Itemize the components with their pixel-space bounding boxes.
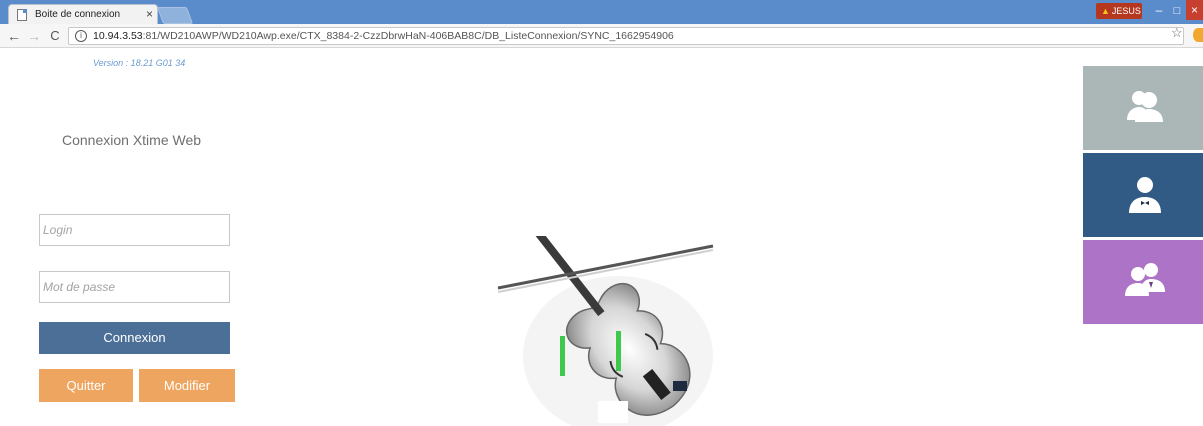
browser-tab[interactable]: Boite de connexion × xyxy=(8,4,158,25)
users-icon xyxy=(1127,91,1163,122)
login-input[interactable] xyxy=(39,214,230,246)
version-label: Version : 18.21 G01 34 xyxy=(93,58,186,68)
extension-icon[interactable] xyxy=(1193,28,1203,42)
login-page: Version : 18.21 G01 34 Connexion Xtime W… xyxy=(0,48,1203,426)
password-input[interactable] xyxy=(39,271,230,303)
url-path: :81/WD210AWP/WD210Awp.exe/CTX_8384-2-Czz… xyxy=(142,30,674,42)
connect-button[interactable]: Connexion xyxy=(39,322,230,354)
maximize-button[interactable]: □ xyxy=(1168,2,1186,20)
url-host: 10.94.3.53 xyxy=(93,30,143,42)
tab-title: Boite de connexion xyxy=(35,9,121,20)
bookmark-star-icon[interactable]: ☆ xyxy=(1171,25,1183,41)
waiter-icon xyxy=(1129,177,1161,213)
modify-button[interactable]: Modifier xyxy=(139,369,235,402)
tile-users[interactable] xyxy=(1083,66,1203,150)
new-tab-button[interactable] xyxy=(156,7,194,24)
user-group-icon xyxy=(1125,263,1165,296)
minimize-button[interactable]: – xyxy=(1150,2,1168,20)
info-icon[interactable]: i xyxy=(75,30,87,42)
violin-illustration xyxy=(497,226,714,426)
url-text: 10.94.3.53:81/WD210AWP/WD210Awp.exe/CTX_… xyxy=(93,30,674,42)
back-button[interactable]: ← xyxy=(6,27,22,45)
tile-waiter[interactable] xyxy=(1083,153,1203,237)
page-icon xyxy=(17,9,27,21)
forward-button[interactable]: → xyxy=(26,27,42,45)
address-bar[interactable]: i 10.94.3.53:81/WD210AWP/WD210Awp.exe/CT… xyxy=(68,27,1184,45)
profile-name: JESUS xyxy=(1111,6,1141,16)
tile-user-group[interactable] xyxy=(1083,240,1203,324)
browser-toolbar: ← → C i 10.94.3.53:81/WD210AWP/WD210Awp.… xyxy=(0,24,1203,48)
profile-badge[interactable]: ▲ JESUS xyxy=(1096,3,1142,19)
page-title: Connexion Xtime Web xyxy=(62,132,202,148)
browser-titlebar: Boite de connexion × ▲ JESUS – □ × xyxy=(0,0,1203,25)
tab-close-button[interactable]: × xyxy=(146,7,153,21)
warning-icon: ▲ xyxy=(1101,6,1110,16)
reload-button[interactable]: C xyxy=(47,27,63,45)
quit-button[interactable]: Quitter xyxy=(39,369,133,402)
close-window-button[interactable]: × xyxy=(1186,0,1203,20)
